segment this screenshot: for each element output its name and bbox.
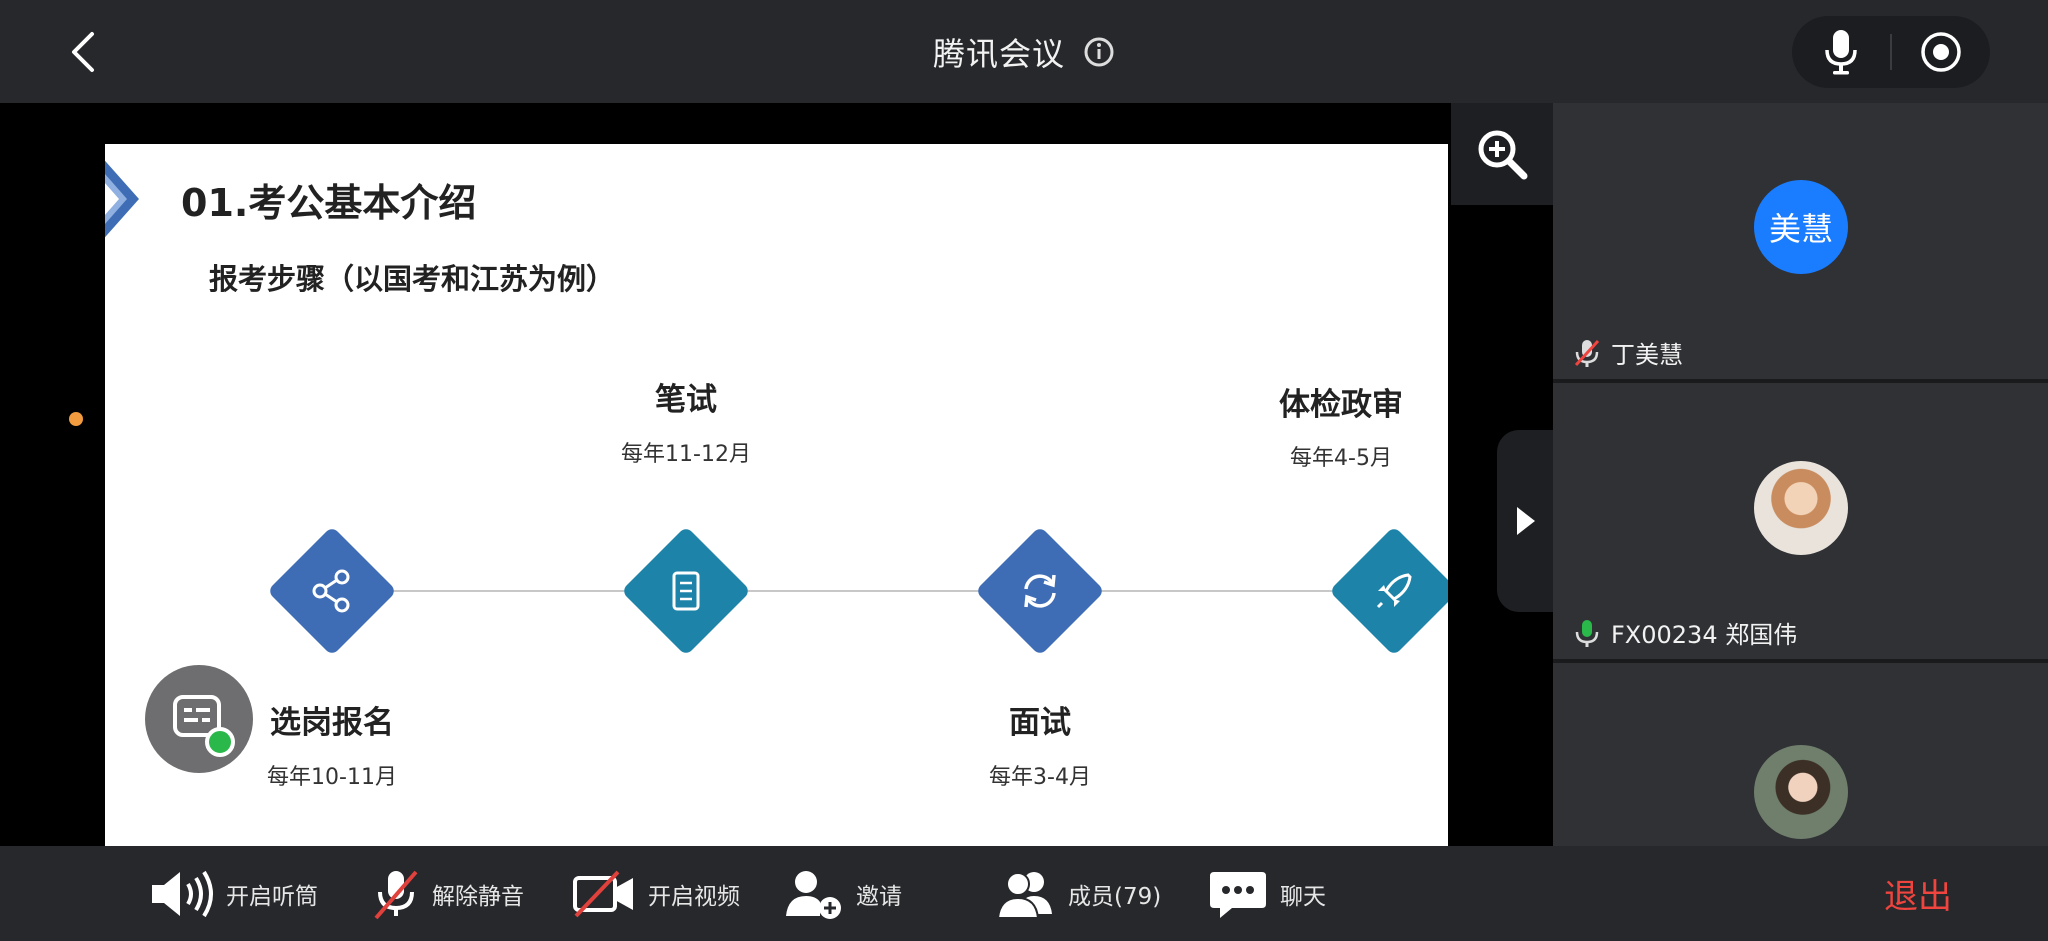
participant-tile[interactable] (1553, 663, 2048, 846)
participant-name: FX00234 郑国伟 (1611, 621, 1798, 649)
step-date: 每年11-12月 (621, 442, 751, 467)
chevron-decoration-icon (105, 160, 139, 238)
exit-button[interactable]: 退出 (1884, 846, 1952, 941)
members-label: 成员(79) (1068, 883, 1162, 910)
zoom-in-button[interactable] (1451, 103, 1553, 205)
share-icon (312, 569, 350, 613)
audio-record-control (1792, 16, 1990, 88)
speaker-icon (152, 870, 213, 917)
title-area: 腾讯会议 (0, 0, 2048, 103)
top-bar: 腾讯会议 (0, 0, 2048, 103)
participant-name-row: FX00234 郑国伟 (1571, 615, 1797, 650)
chat-button[interactable]: 聊天 (1208, 846, 1326, 941)
chat-label: 聊天 (1280, 883, 1326, 910)
slide-heading: 01.考公基本介绍 (181, 181, 477, 225)
step-name: 笔试 (655, 382, 717, 418)
document-icon (672, 571, 700, 611)
meeting-title: 腾讯会议 (932, 34, 1065, 73)
participant-tile[interactable]: 美慧 丁美慧 (1553, 103, 2048, 379)
step-name: 体检政审 (1279, 387, 1403, 423)
step-date: 每年10-11月 (267, 765, 397, 790)
slide-subheading: 报考步骤（以国考和江苏为例） (209, 262, 616, 296)
status-dot (69, 412, 83, 426)
video-off-icon (573, 870, 633, 917)
presentation-slide: 01.考公基本介绍 报考步骤（以国考和江苏为例） 选岗报名 每年10-11月 笔… (105, 144, 1448, 846)
mic-muted-icon (374, 870, 418, 919)
video-label: 开启视频 (648, 883, 740, 910)
participant-tile[interactable]: FX00234 郑国伟 (1553, 383, 2048, 659)
bottom-toolbar: 开启听筒 解除静音 开启视频 邀请 成员(79) 聊天 退出 (0, 846, 2048, 941)
microphone-button[interactable] (1792, 16, 1890, 88)
record-icon (1921, 32, 1961, 72)
floating-caption-button[interactable] (145, 665, 253, 773)
shared-screen: 01.考公基本介绍 报考步骤（以国考和江苏为例） 选岗报名 每年10-11月 笔… (0, 103, 1553, 846)
members-icon (996, 871, 1052, 919)
refresh-icon (1024, 574, 1056, 608)
unmute-label: 解除静音 (432, 883, 524, 910)
avatar: 美慧 (1754, 180, 1848, 274)
info-icon[interactable] (1083, 36, 1115, 68)
timeline-line (335, 590, 1448, 592)
participant-name-row: 丁美慧 (1571, 335, 1683, 370)
step-date: 每年3-4月 (989, 765, 1091, 790)
record-button[interactable] (1892, 16, 1990, 88)
add-user-icon (786, 870, 841, 919)
speaker-label: 开启听筒 (226, 883, 318, 910)
participant-name: 丁美慧 (1611, 341, 1683, 369)
side-handle[interactable] (0, 328, 120, 610)
play-arrow-icon (1517, 507, 1535, 535)
members-button[interactable]: 成员(79) (996, 846, 1161, 941)
step-date: 每年4-5月 (1290, 446, 1392, 471)
avatar (1754, 745, 1848, 839)
avatar (1754, 461, 1848, 555)
chat-icon (1210, 871, 1266, 918)
speaker-button[interactable]: 开启听筒 (150, 846, 318, 941)
zoom-in-icon (1478, 130, 1528, 180)
invite-label: 邀请 (856, 883, 902, 910)
unmute-button[interactable]: 解除静音 (372, 846, 524, 941)
rocket-icon (1376, 573, 1412, 609)
microphone-icon (1825, 30, 1857, 75)
collapse-panel-button[interactable] (1497, 430, 1553, 612)
mic-active-icon (1575, 619, 1599, 647)
video-button[interactable]: 开启视频 (572, 846, 740, 941)
invite-button[interactable]: 邀请 (784, 846, 902, 941)
toggle-on-indicator (205, 727, 235, 757)
participant-panel: 美慧 丁美慧 FX00234 郑国伟 (1553, 103, 2048, 846)
step-name: 面试 (1009, 705, 1071, 741)
mic-muted-icon (1574, 339, 1600, 367)
